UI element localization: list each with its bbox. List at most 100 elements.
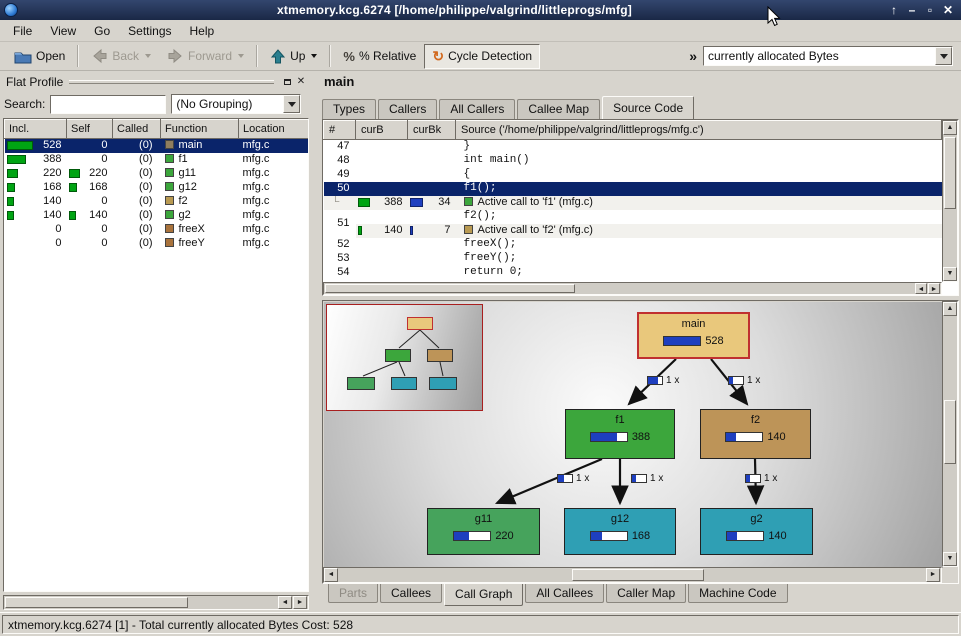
column-header-self[interactable]: Self: [67, 120, 113, 139]
forward-button[interactable]: Forward: [159, 44, 252, 68]
flat-profile-hscrollbar[interactable]: ◄ ►: [3, 595, 309, 610]
tab-source-code[interactable]: Source Code: [602, 96, 694, 119]
graph-node-main[interactable]: main528: [637, 312, 750, 359]
source-line-48[interactable]: 48int main(): [324, 154, 942, 168]
scrollbar-thumb[interactable]: [944, 137, 956, 209]
source-call-annotation-row[interactable]: 1407Active call to 'f2' (mfg.c): [324, 224, 942, 238]
flat-profile-row-g2[interactable]: 140140(0)g2mfg.c: [5, 209, 310, 223]
node-cost-bar: [725, 432, 763, 442]
scroll-up-button[interactable]: ▲: [943, 302, 957, 316]
scroll-down-button[interactable]: ▼: [943, 267, 957, 281]
scroll-up-button[interactable]: ▲: [943, 121, 957, 135]
scroll-left-button[interactable]: ◄: [278, 596, 292, 609]
source-line-53[interactable]: 53 freeY();: [324, 252, 942, 266]
close-button[interactable]: ✕: [939, 3, 957, 17]
event-type-combobox[interactable]: currently allocated Bytes: [703, 46, 953, 66]
scroll-right-button[interactable]: ►: [293, 596, 307, 609]
open-button[interactable]: Open: [6, 45, 73, 68]
graph-node-g12[interactable]: g12168: [564, 508, 676, 555]
source-line-50[interactable]: 50 f1();: [324, 182, 942, 196]
column-header-called[interactable]: Called: [113, 120, 161, 139]
back-button[interactable]: Back: [83, 44, 159, 68]
source-code-text: int main(): [456, 154, 942, 168]
menu-view[interactable]: View: [41, 22, 85, 40]
toolbar-overflow-chevron[interactable]: »: [689, 48, 697, 64]
maximize-button[interactable]: ▫: [921, 3, 939, 17]
up-dropdown-caret[interactable]: [311, 54, 317, 58]
tab-call-graph[interactable]: Call Graph: [444, 584, 523, 606]
function-type-icon: [165, 182, 174, 191]
column-header-line[interactable]: #: [324, 121, 356, 140]
graph-node-f1[interactable]: f1388: [565, 409, 675, 459]
column-header-incl[interactable]: Incl.: [5, 120, 67, 139]
graph-node-f2[interactable]: f2140: [700, 409, 811, 459]
tab-all-callees[interactable]: All Callees: [525, 584, 604, 603]
tab-all-callers[interactable]: All Callers: [439, 99, 515, 119]
menu-go[interactable]: Go: [85, 22, 119, 40]
dock-caption[interactable]: Flat Profile ✕: [4, 73, 308, 90]
column-header-location[interactable]: Location: [239, 120, 310, 139]
scrollbar-thumb[interactable]: [944, 400, 956, 464]
graph-vscrollbar[interactable]: ▲ ▼: [942, 301, 958, 567]
source-hscrollbar[interactable]: ◄ ►: [323, 282, 942, 295]
scrollbar-thumb[interactable]: [572, 569, 704, 581]
menu-settings[interactable]: Settings: [119, 22, 180, 40]
dock-drag-grip[interactable]: [69, 80, 274, 84]
search-input[interactable]: [50, 95, 166, 114]
function-detail-panel: main Types Callers All Callers Callee Ma…: [318, 71, 961, 612]
function-type-icon: [165, 196, 174, 205]
flat-profile-row-freeY[interactable]: 00(0)freeYmfg.c: [5, 237, 310, 251]
source-line-49[interactable]: 49{: [324, 168, 942, 182]
dock-close-button[interactable]: ✕: [294, 75, 308, 89]
tab-parts[interactable]: Parts: [328, 584, 378, 603]
scroll-left-button[interactable]: ◄: [324, 568, 338, 582]
flat-profile-row-freeX[interactable]: 00(0)freeXmfg.c: [5, 223, 310, 237]
source-call-annotation-row[interactable]: └38834Active call to 'f1' (mfg.c): [324, 196, 942, 210]
graph-hscrollbar[interactable]: ◄ ►: [323, 567, 942, 583]
titlebar[interactable]: xtmemory.kcg.6274 [/home/philippe/valgri…: [0, 0, 961, 20]
menu-help[interactable]: Help: [181, 22, 224, 40]
source-vscrollbar[interactable]: ▲ ▼: [942, 120, 958, 282]
cycle-detection-toggle-button[interactable]: ↻ Cycle Detection: [424, 44, 540, 69]
column-header-function[interactable]: Function: [161, 120, 239, 139]
tab-callee-map[interactable]: Callee Map: [517, 99, 600, 119]
scrollbar-thumb[interactable]: [325, 284, 575, 293]
app-icon[interactable]: [4, 3, 18, 17]
dock-float-button[interactable]: [280, 75, 294, 89]
shade-button[interactable]: ↑: [885, 3, 903, 17]
flat-profile-row-f1[interactable]: 3880(0)f1mfg.c: [5, 153, 310, 167]
relative-toggle-button[interactable]: % % Relative: [335, 45, 424, 68]
forward-dropdown-caret[interactable]: [238, 54, 244, 58]
call-graph-canvas[interactable]: main528f1388f2140g11220g12168g21401 x1 x…: [324, 302, 943, 568]
scroll-right-button[interactable]: ►: [926, 568, 940, 582]
scroll-left-button[interactable]: ◄: [915, 283, 927, 294]
minimize-button[interactable]: –: [903, 3, 921, 17]
column-header-curbk[interactable]: curBk: [408, 121, 456, 140]
menu-file[interactable]: File: [4, 22, 41, 40]
source-line-51[interactable]: 51 f2();: [324, 210, 942, 224]
scrollbar-thumb[interactable]: [5, 597, 188, 608]
tab-caller-map[interactable]: Caller Map: [606, 584, 686, 603]
source-line-54[interactable]: 54 return 0;: [324, 266, 942, 280]
graph-node-g2[interactable]: g2140: [700, 508, 813, 555]
source-line-52[interactable]: 52 freeX();: [324, 238, 942, 252]
up-button[interactable]: Up: [262, 44, 325, 69]
grouping-dropdown-button[interactable]: [283, 95, 300, 113]
scroll-down-button[interactable]: ▼: [943, 552, 957, 566]
scroll-right-button[interactable]: ►: [928, 283, 940, 294]
graph-node-g11[interactable]: g11220: [427, 508, 540, 555]
back-dropdown-caret[interactable]: [145, 54, 151, 58]
flat-profile-row-f2[interactable]: 1400(0)f2mfg.c: [5, 195, 310, 209]
column-header-source[interactable]: Source ('/home/philippe/valgrind/littlep…: [456, 121, 942, 140]
tab-callees[interactable]: Callees: [380, 584, 442, 603]
flat-profile-row-g11[interactable]: 220220(0)g11mfg.c: [5, 167, 310, 181]
flat-profile-row-g12[interactable]: 168168(0)g12mfg.c: [5, 181, 310, 195]
flat-profile-row-main[interactable]: 5280(0)mainmfg.c: [5, 139, 310, 153]
tab-callers[interactable]: Callers: [378, 99, 437, 119]
event-type-dropdown-button[interactable]: [935, 47, 952, 65]
grouping-combobox[interactable]: (No Grouping): [171, 94, 301, 114]
tab-machine-code[interactable]: Machine Code: [688, 584, 787, 603]
source-line-47[interactable]: 47 }: [324, 140, 942, 154]
column-header-curb[interactable]: curB: [356, 121, 408, 140]
tab-types[interactable]: Types: [322, 99, 376, 119]
